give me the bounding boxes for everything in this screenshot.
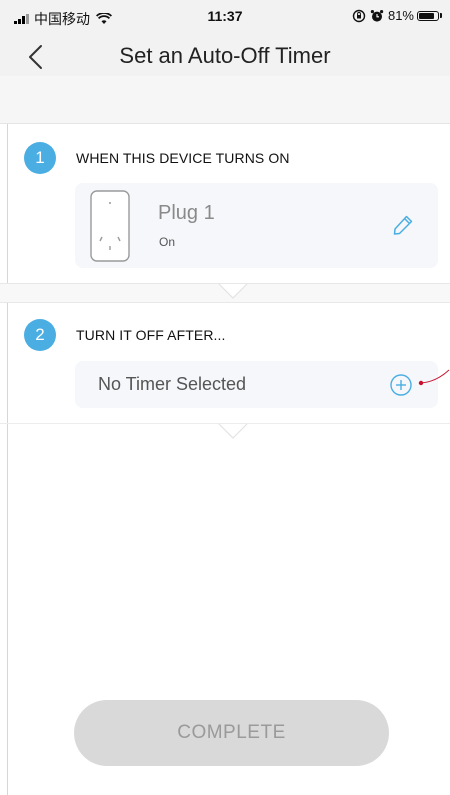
battery-level-fill <box>419 12 434 19</box>
smart-plug-icon <box>90 190 130 262</box>
timer-selector[interactable]: No Timer Selected <box>75 361 438 408</box>
orientation-lock-icon <box>352 9 366 22</box>
timer-placeholder: No Timer Selected <box>98 374 247 394</box>
annotation-pointer <box>418 369 450 386</box>
step-2-title: TURN IT OFF AFTER... <box>76 327 226 343</box>
step-number-badge: 1 <box>24 142 56 174</box>
pencil-icon[interactable] <box>391 213 415 237</box>
chevron-down-icon <box>218 283 248 299</box>
frame-border <box>7 75 8 795</box>
step-number-badge: 2 <box>24 319 56 351</box>
status-bar: 中国移动 11:37 81% <box>0 0 450 38</box>
header-spacer <box>0 76 450 124</box>
battery-percent: 81% <box>387 8 414 23</box>
page-title: Set an Auto-Off Timer <box>119 43 331 68</box>
alarm-icon <box>370 9 384 22</box>
battery-icon <box>417 10 439 21</box>
device-status: On <box>159 235 176 249</box>
step-1-title: WHEN THIS DEVICE TURNS ON <box>76 150 290 166</box>
nav-bar: Set an Auto-Off Timer <box>0 38 450 76</box>
plus-circle-icon[interactable] <box>390 374 412 396</box>
device-name: Plug 1 <box>158 202 215 224</box>
complete-button[interactable]: COMPLETE <box>74 700 389 766</box>
chevron-down-icon <box>218 423 248 439</box>
status-right: 81% <box>352 8 442 23</box>
device-card[interactable]: Plug 1 On <box>75 183 438 268</box>
battery-cap <box>440 13 442 18</box>
